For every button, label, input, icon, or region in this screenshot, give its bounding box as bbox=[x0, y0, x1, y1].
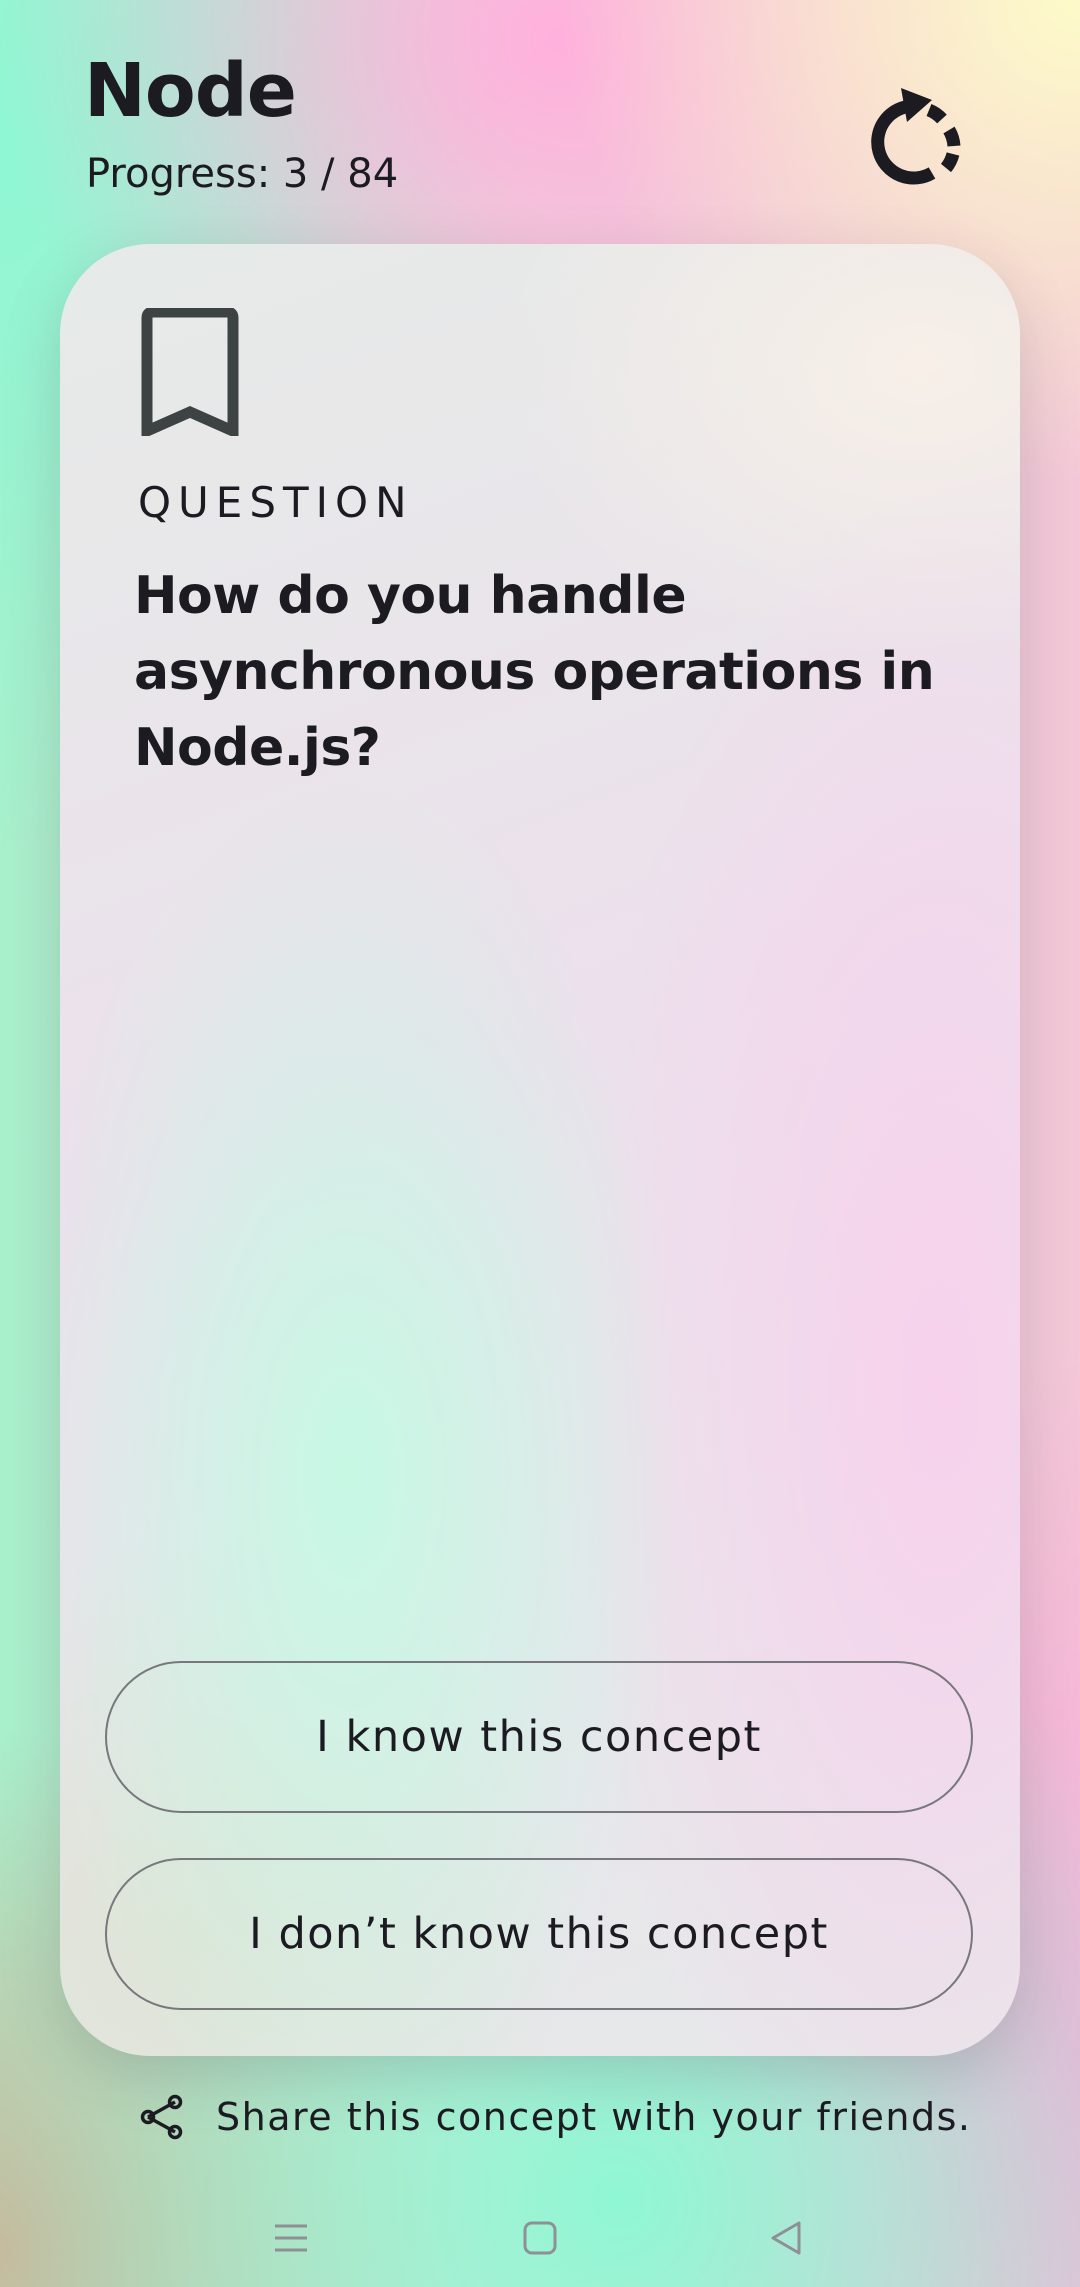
reset-progress-button[interactable] bbox=[862, 58, 974, 188]
nav-back-button[interactable] bbox=[756, 2208, 816, 2268]
nav-home-button[interactable] bbox=[510, 2208, 570, 2268]
know-concept-button[interactable]: I know this concept bbox=[105, 1661, 973, 1813]
progress-indicator: Progress: 3 / 84 bbox=[86, 151, 399, 197]
system-navigation-bar bbox=[0, 2190, 1080, 2280]
home-icon bbox=[523, 2221, 557, 2255]
question-text: How do you handle asynchronous operation… bbox=[134, 566, 935, 778]
nav-menu-button[interactable] bbox=[261, 2208, 321, 2268]
question-label: QUESTION bbox=[138, 478, 414, 527]
menu-icon bbox=[275, 2224, 307, 2252]
page-title: Node bbox=[84, 48, 297, 134]
dont-know-concept-button[interactable]: I don’t know this concept bbox=[105, 1858, 973, 2010]
back-icon bbox=[771, 2221, 801, 2255]
share-icon bbox=[140, 2094, 183, 2140]
bookmark-button[interactable] bbox=[140, 306, 240, 440]
flashcard: QUESTION How do you handle asynchronous … bbox=[60, 244, 1020, 2056]
share-label: Share this concept with your friends. bbox=[216, 2095, 972, 2139]
reset-icon bbox=[871, 88, 961, 185]
share-concept-link[interactable]: Share this concept with your friends. bbox=[140, 2088, 972, 2146]
bookmark-icon bbox=[141, 306, 239, 440]
